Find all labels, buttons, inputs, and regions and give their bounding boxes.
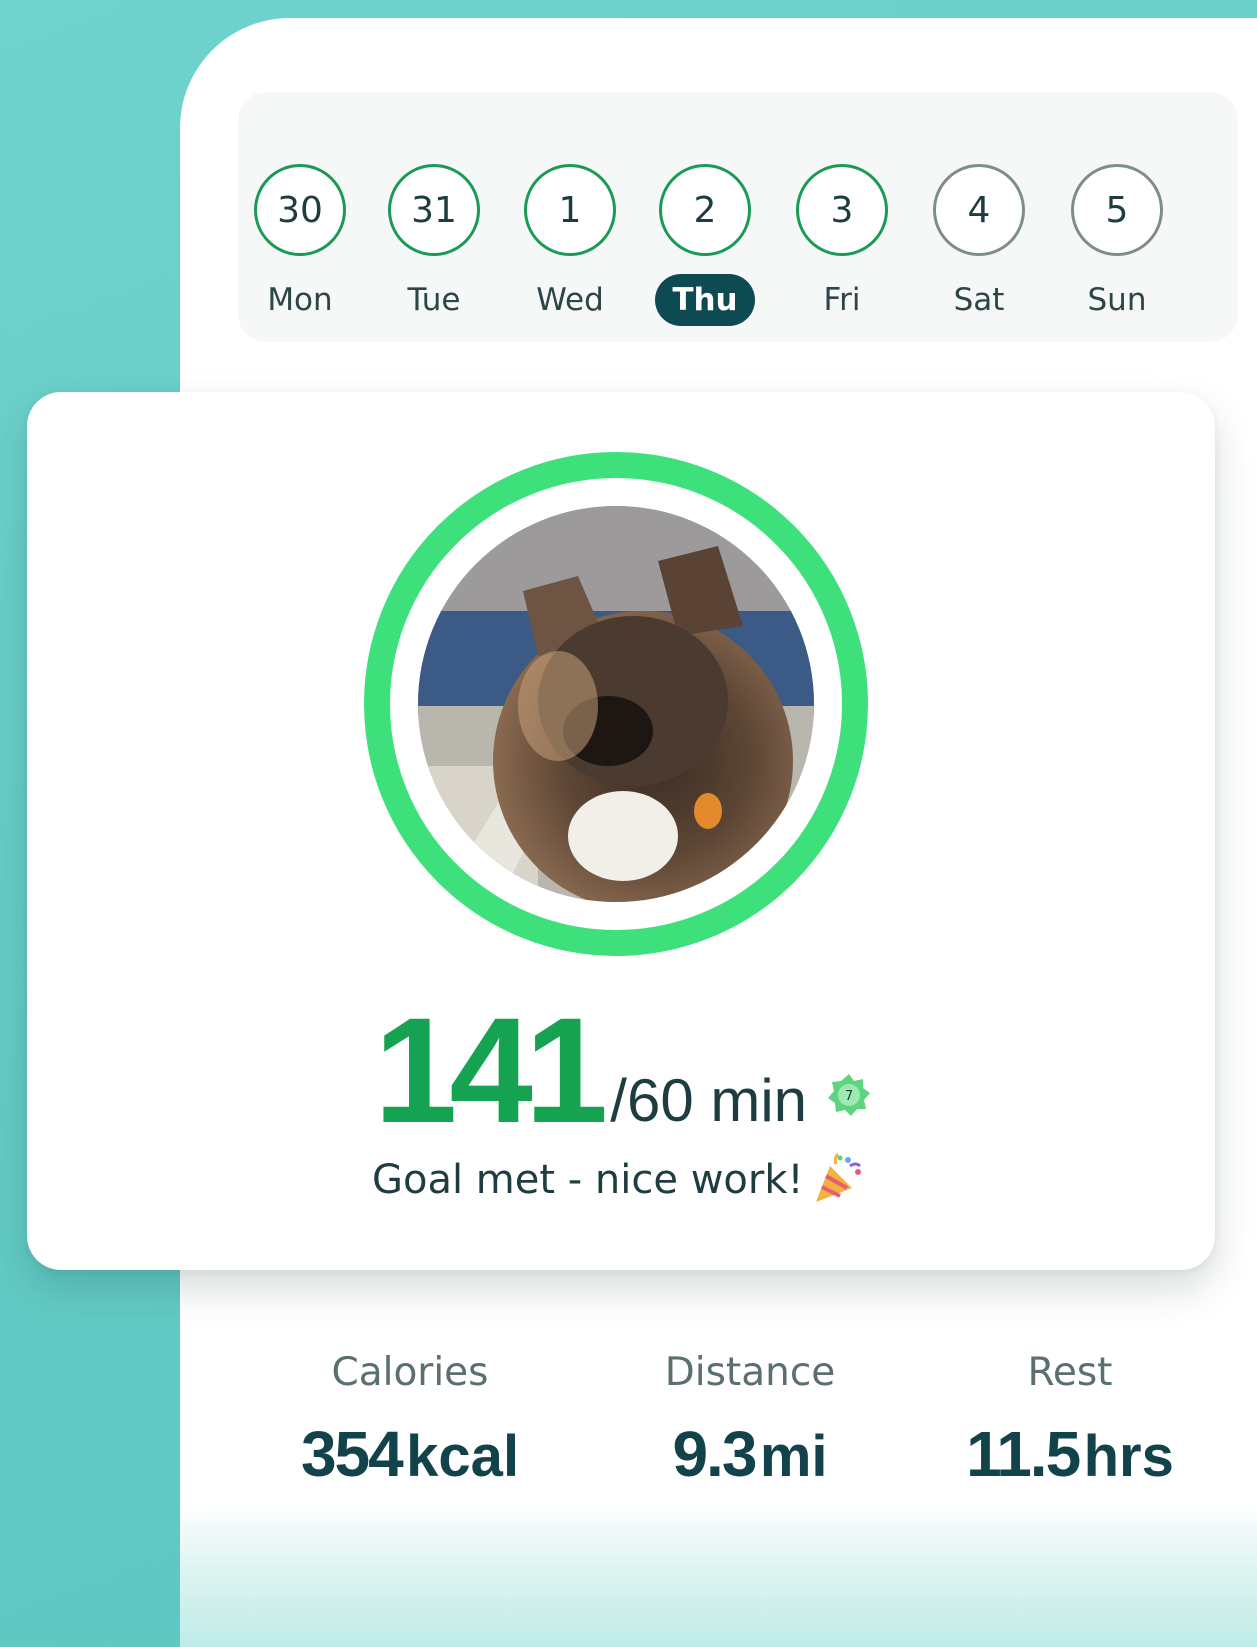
day-wed[interactable]: 1 Wed <box>520 164 620 334</box>
stat-unit: kcal <box>406 1424 520 1489</box>
stat-calories: Calories 354 kcal <box>260 1348 560 1490</box>
day-name: Wed <box>536 282 604 318</box>
pet-avatar[interactable] <box>418 506 814 902</box>
day-tue[interactable]: 31 Tue <box>384 164 484 334</box>
stat-number: 11.5 <box>966 1418 1081 1490</box>
day-date: 2 <box>659 164 751 256</box>
stat-label: Calories <box>331 1350 489 1395</box>
day-date: 5 <box>1071 164 1163 256</box>
day-name: Thu <box>655 274 755 326</box>
stat-distance: Distance 9.3 mi <box>600 1348 900 1490</box>
day-sat[interactable]: 4 Sat <box>929 164 1029 334</box>
day-date: 30 <box>254 164 346 256</box>
dog-photo-icon <box>418 506 814 902</box>
goal-message-text: Goal met - nice work! <box>372 1157 804 1203</box>
stat-label: Distance <box>664 1350 836 1395</box>
stat-value: 354 kcal <box>301 1418 519 1490</box>
day-date: 4 <box>933 164 1025 256</box>
day-thu[interactable]: 2 Thu <box>655 164 755 334</box>
minutes-value: 141 <box>374 986 608 1154</box>
stat-label: Rest <box>1027 1350 1113 1395</box>
star-badge-icon: 7 <box>828 1074 870 1116</box>
stat-value: 9.3 mi <box>672 1418 827 1490</box>
day-name: Sat <box>953 282 1005 318</box>
day-date: 3 <box>796 164 888 256</box>
day-date: 31 <box>388 164 480 256</box>
party-popper-icon <box>810 1152 866 1208</box>
day-sun[interactable]: 5 Sun <box>1067 164 1167 334</box>
stat-unit: hrs <box>1083 1424 1174 1489</box>
day-name: Sun <box>1087 282 1147 318</box>
stat-value: 11.5 hrs <box>966 1418 1174 1490</box>
stat-rest: Rest 11.5 hrs <box>920 1348 1220 1490</box>
day-mon[interactable]: 30 Mon <box>250 164 350 334</box>
goal-message: Goal met - nice work! <box>372 1152 866 1208</box>
stat-number: 354 <box>300 1418 404 1490</box>
minutes-goal: /60 min <box>610 1067 808 1134</box>
day-date: 1 <box>524 164 616 256</box>
streak-badge-icon[interactable]: 7 <box>826 1072 872 1118</box>
bottom-fade <box>180 1500 1257 1647</box>
day-fri[interactable]: 3 Fri <box>792 164 892 334</box>
day-name: Mon <box>267 282 333 318</box>
stat-number: 9.3 <box>672 1418 757 1490</box>
stat-unit: mi <box>759 1424 828 1489</box>
streak-count: 7 <box>845 1089 853 1104</box>
day-name: Tue <box>407 282 461 318</box>
day-name: Fri <box>823 282 861 318</box>
